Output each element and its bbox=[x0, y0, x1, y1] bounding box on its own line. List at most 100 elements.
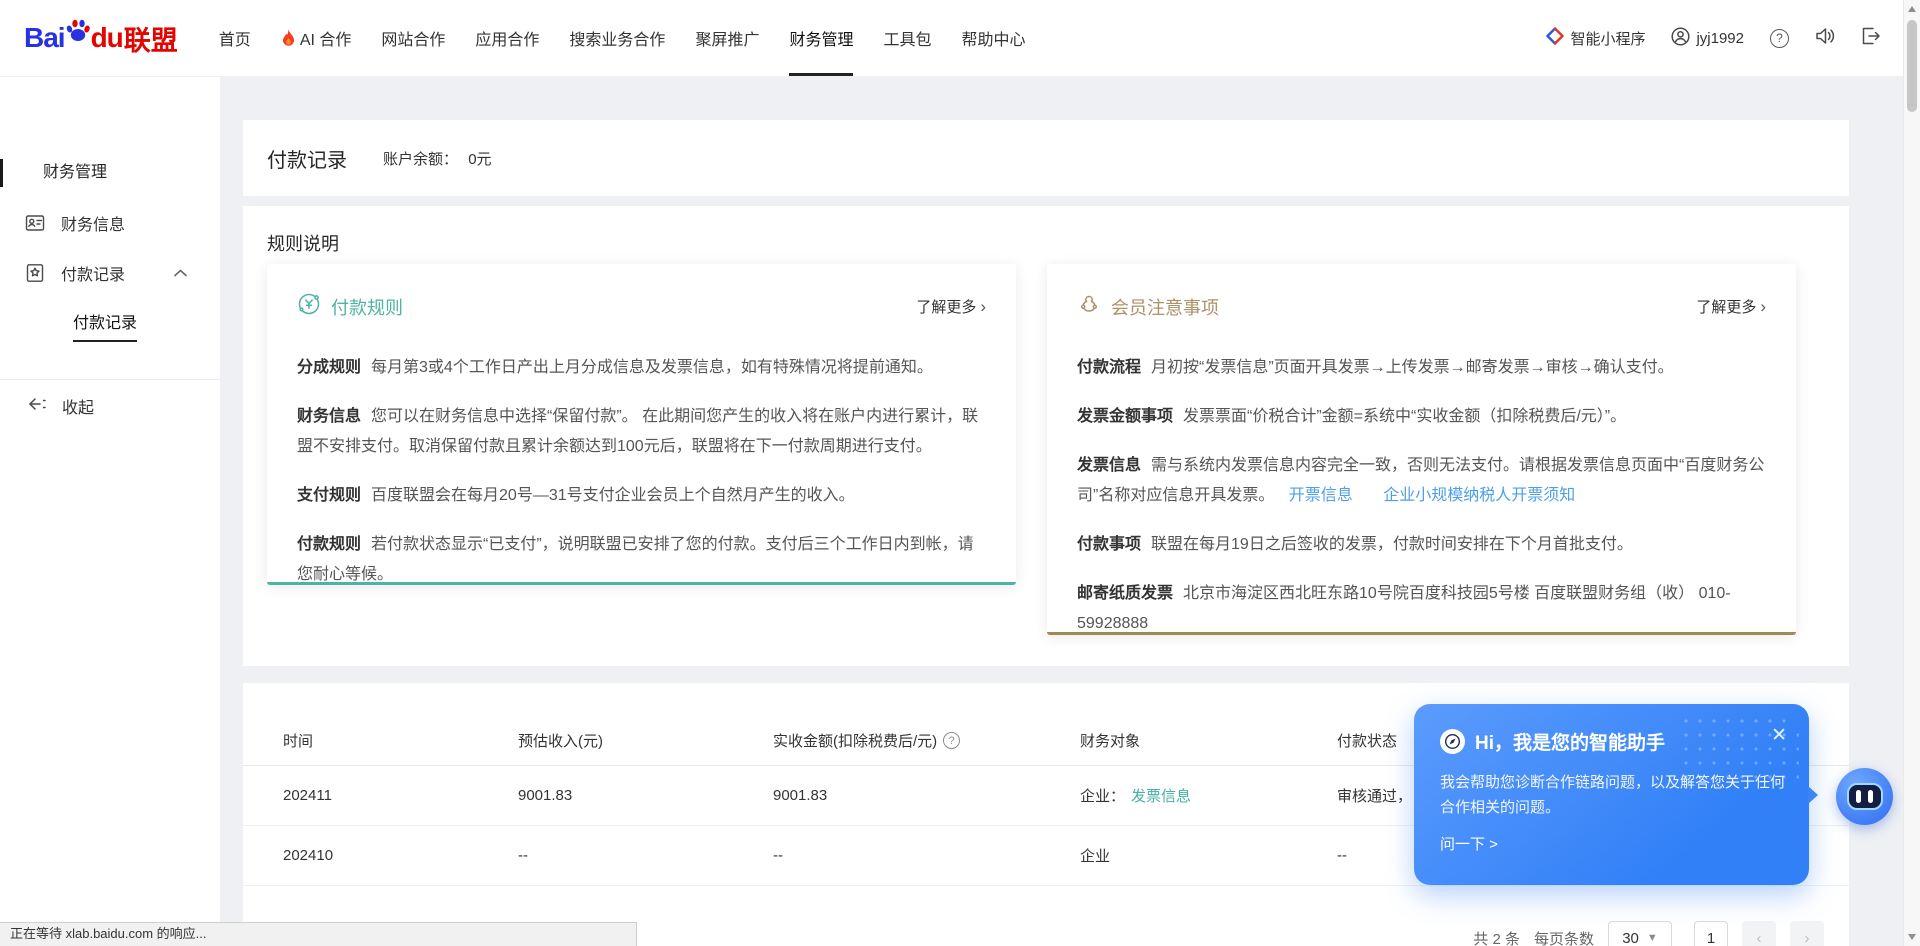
rule-paragraph: 付款流程月初按“发票信息”页面开具发票→上传发票→邮寄发票→审核→确认支付。 bbox=[1077, 353, 1766, 383]
nav-item-ai[interactable]: AI 合作 bbox=[266, 0, 367, 76]
member-notes-subcard: 会员注意事项 了解更多› 付款流程月初按“发票信息”页面开具发票→上传发票→邮寄… bbox=[1047, 264, 1796, 635]
chevron-right-icon: › bbox=[1760, 297, 1766, 317]
user-account[interactable]: jyj1992 bbox=[1671, 27, 1744, 50]
compass-icon bbox=[1440, 729, 1465, 754]
chevron-down-icon: ▼ bbox=[1647, 932, 1658, 944]
cell-time: 202410 bbox=[283, 847, 518, 864]
nav-item-app[interactable]: 应用合作 bbox=[460, 0, 554, 76]
member-notes-more-link[interactable]: 了解更多› bbox=[1696, 296, 1766, 317]
nav-item-toolkit[interactable]: 工具包 bbox=[868, 0, 946, 76]
per-page-label: 每页条数 bbox=[1534, 928, 1594, 946]
top-nav: Bai du 联盟 首页 AI 合作 网站合作 应用合作 搜索业务合作 聚屏推广… bbox=[0, 0, 1920, 77]
chevron-right-icon: › bbox=[980, 297, 986, 317]
nav-item-search-biz[interactable]: 搜索业务合作 bbox=[554, 0, 680, 76]
page-title: 付款记录 bbox=[267, 144, 347, 173]
rule-paragraph: 付款规则若付款状态显示“已支付”，说明联盟已安排了您的付款。支付后三个工作日内到… bbox=[297, 530, 986, 590]
sidebar-item-payment-records[interactable]: 付款记录 bbox=[0, 259, 220, 287]
miniapp-entry[interactable]: 智能小程序 bbox=[1546, 27, 1645, 49]
assistant-message: 我会帮助您诊断合作链路问题，以及解答您关于任何合作相关的问题。 bbox=[1440, 770, 1785, 820]
logo-text-bai: Bai bbox=[24, 22, 65, 54]
cell-actual: 9001.83 bbox=[773, 787, 1080, 804]
cell-target: 企业 bbox=[1080, 845, 1337, 866]
invoice-info-link[interactable]: 开票信息 bbox=[1289, 487, 1353, 504]
next-page-button[interactable]: › bbox=[1790, 921, 1824, 946]
rule-paragraph: 支付规则百度联盟会在每月20号—31号支付企业会员上个自然月产生的收入。 bbox=[297, 481, 986, 511]
question-icon: ? bbox=[1770, 29, 1789, 48]
small-taxpayer-notice-link[interactable]: 企业小规模纳税人开票须知 bbox=[1383, 487, 1575, 504]
miniapp-diamond-icon bbox=[1546, 27, 1564, 49]
paw-icon bbox=[63, 16, 93, 51]
sidebar-divider bbox=[0, 379, 220, 380]
assistant-popup: Hi，我是您的智能助手 ✕ 我会帮助您诊断合作链路问题，以及解答您关于任何合作相… bbox=[1414, 704, 1809, 885]
logout-button[interactable] bbox=[1861, 27, 1880, 49]
payment-rules-title: 付款规则 bbox=[331, 294, 403, 320]
prev-page-button[interactable]: ‹ bbox=[1742, 921, 1776, 946]
rules-subcards: 付款规则 了解更多› 分成规则每月第3或4个工作日产出上月分成信息及发票信息，如… bbox=[267, 264, 1825, 635]
rule-paragraph: 发票金额事项发票票面“价税合计”金额=系统中“实收金额（扣除税费后/元）”。 bbox=[1077, 402, 1766, 432]
assistant-title: Hi，我是您的智能助手 bbox=[1475, 728, 1665, 755]
col-header-estimated: 预估收入(元) bbox=[518, 730, 773, 751]
help-button[interactable]: ? bbox=[1770, 29, 1789, 48]
logo-text-du: du bbox=[91, 22, 123, 54]
col-header-target: 财务对象 bbox=[1080, 730, 1337, 751]
sidebar-collapse-button[interactable]: 收起 bbox=[0, 394, 220, 418]
scrollbar-thumb[interactable] bbox=[1907, 20, 1917, 112]
flame-icon bbox=[281, 29, 296, 47]
baidu-union-logo[interactable]: Bai du 联盟 bbox=[24, 16, 178, 61]
payment-records-header-card: 付款记录 账户余额： 0元 bbox=[243, 120, 1849, 196]
nav-item-home[interactable]: 首页 bbox=[204, 0, 266, 76]
payment-rules-subcard: 付款规则 了解更多› 分成规则每月第3或4个工作日产出上月分成信息及发票信息，如… bbox=[267, 264, 1016, 585]
nav-item-finance[interactable]: 财务管理 bbox=[774, 0, 868, 76]
nav-item-website[interactable]: 网站合作 bbox=[366, 0, 460, 76]
sidebar-item-finance-info[interactable]: 财务信息 bbox=[0, 209, 220, 237]
sidebar: 财务管理 财务信息 付款记录 付款记录 bbox=[0, 77, 220, 946]
cell-target: 企业：发票信息 bbox=[1080, 785, 1337, 806]
tooltip-question-icon[interactable]: ? bbox=[943, 732, 960, 749]
robot-face-icon bbox=[1847, 783, 1883, 810]
rules-title: 规则说明 bbox=[267, 230, 1825, 256]
main-nav: 首页 AI 合作 网站合作 应用合作 搜索业务合作 聚屏推广 财务管理 工具包 … bbox=[204, 0, 1041, 76]
balance-value: 0元 bbox=[468, 151, 491, 168]
sidebar-section-finance[interactable]: 财务管理 bbox=[0, 159, 220, 187]
cell-actual: -- bbox=[773, 847, 1080, 864]
id-card-icon bbox=[25, 213, 45, 233]
col-header-time: 时间 bbox=[283, 730, 518, 751]
account-balance: 账户余额： 0元 bbox=[383, 148, 492, 169]
nav-item-juping[interactable]: 聚屏推广 bbox=[680, 0, 774, 76]
browser-scrollbar[interactable] bbox=[1903, 0, 1920, 946]
browser-status-bar: 正在等待 xlab.baidu.com 的响应... bbox=[0, 922, 637, 946]
nav-right: 智能小程序 jyj1992 ? bbox=[1546, 27, 1880, 50]
user-icon bbox=[1671, 27, 1690, 50]
coin-icon bbox=[297, 292, 321, 321]
balance-label: 账户余额： bbox=[383, 151, 458, 168]
badge-icon bbox=[25, 263, 45, 283]
col-header-actual: 实收金额(扣除税费后/元) ? bbox=[773, 730, 1080, 751]
collapse-icon bbox=[27, 397, 47, 416]
scroll-up-arrow-icon[interactable] bbox=[1908, 6, 1916, 12]
rule-paragraph: 付款事项联盟在每月19日之后签收的发票，付款时间安排在下个月首批支付。 bbox=[1077, 530, 1766, 560]
cell-time: 202411 bbox=[283, 787, 518, 804]
page-number-button[interactable]: 1 bbox=[1694, 921, 1728, 946]
logo-text-union: 联盟 bbox=[124, 19, 178, 58]
logout-icon bbox=[1861, 27, 1880, 49]
pagination: 共 2 条 每页条数 30 ▼ 1 ‹ › bbox=[1473, 918, 1824, 946]
announcement-button[interactable] bbox=[1815, 27, 1835, 49]
payment-rules-more-link[interactable]: 了解更多› bbox=[916, 296, 986, 317]
per-page-select[interactable]: 30 ▼ bbox=[1608, 921, 1672, 946]
nav-item-help-center[interactable]: 帮助中心 bbox=[946, 0, 1040, 76]
ask-now-link[interactable]: 问一下 > bbox=[1440, 833, 1783, 854]
speaker-icon bbox=[1815, 27, 1835, 49]
scroll-down-arrow-icon[interactable] bbox=[1908, 934, 1916, 940]
rule-paragraph: 财务信息您可以在财务信息中选择“保留付款”。 在此期间您产生的收入将在账户内进行… bbox=[297, 402, 986, 462]
close-icon[interactable]: ✕ bbox=[1771, 724, 1787, 747]
chevron-up-icon bbox=[174, 269, 187, 277]
crown-icon bbox=[1077, 292, 1101, 321]
sidebar-subitem-payment-records[interactable]: 付款记录 bbox=[73, 309, 137, 342]
cell-estimated: 9001.83 bbox=[518, 787, 773, 804]
invoice-info-table-link[interactable]: 发票信息 bbox=[1131, 788, 1191, 805]
total-count: 共 2 条 bbox=[1473, 928, 1520, 946]
assistant-robot-avatar[interactable] bbox=[1836, 768, 1893, 825]
rules-card: 规则说明 付款规则 了解更多› bbox=[243, 206, 1849, 666]
member-notes-title: 会员注意事项 bbox=[1111, 294, 1219, 320]
rule-paragraph: 发票信息需与系统内发票信息内容完全一致，否则无法支付。请根据发票信息页面中“百度… bbox=[1077, 451, 1766, 511]
